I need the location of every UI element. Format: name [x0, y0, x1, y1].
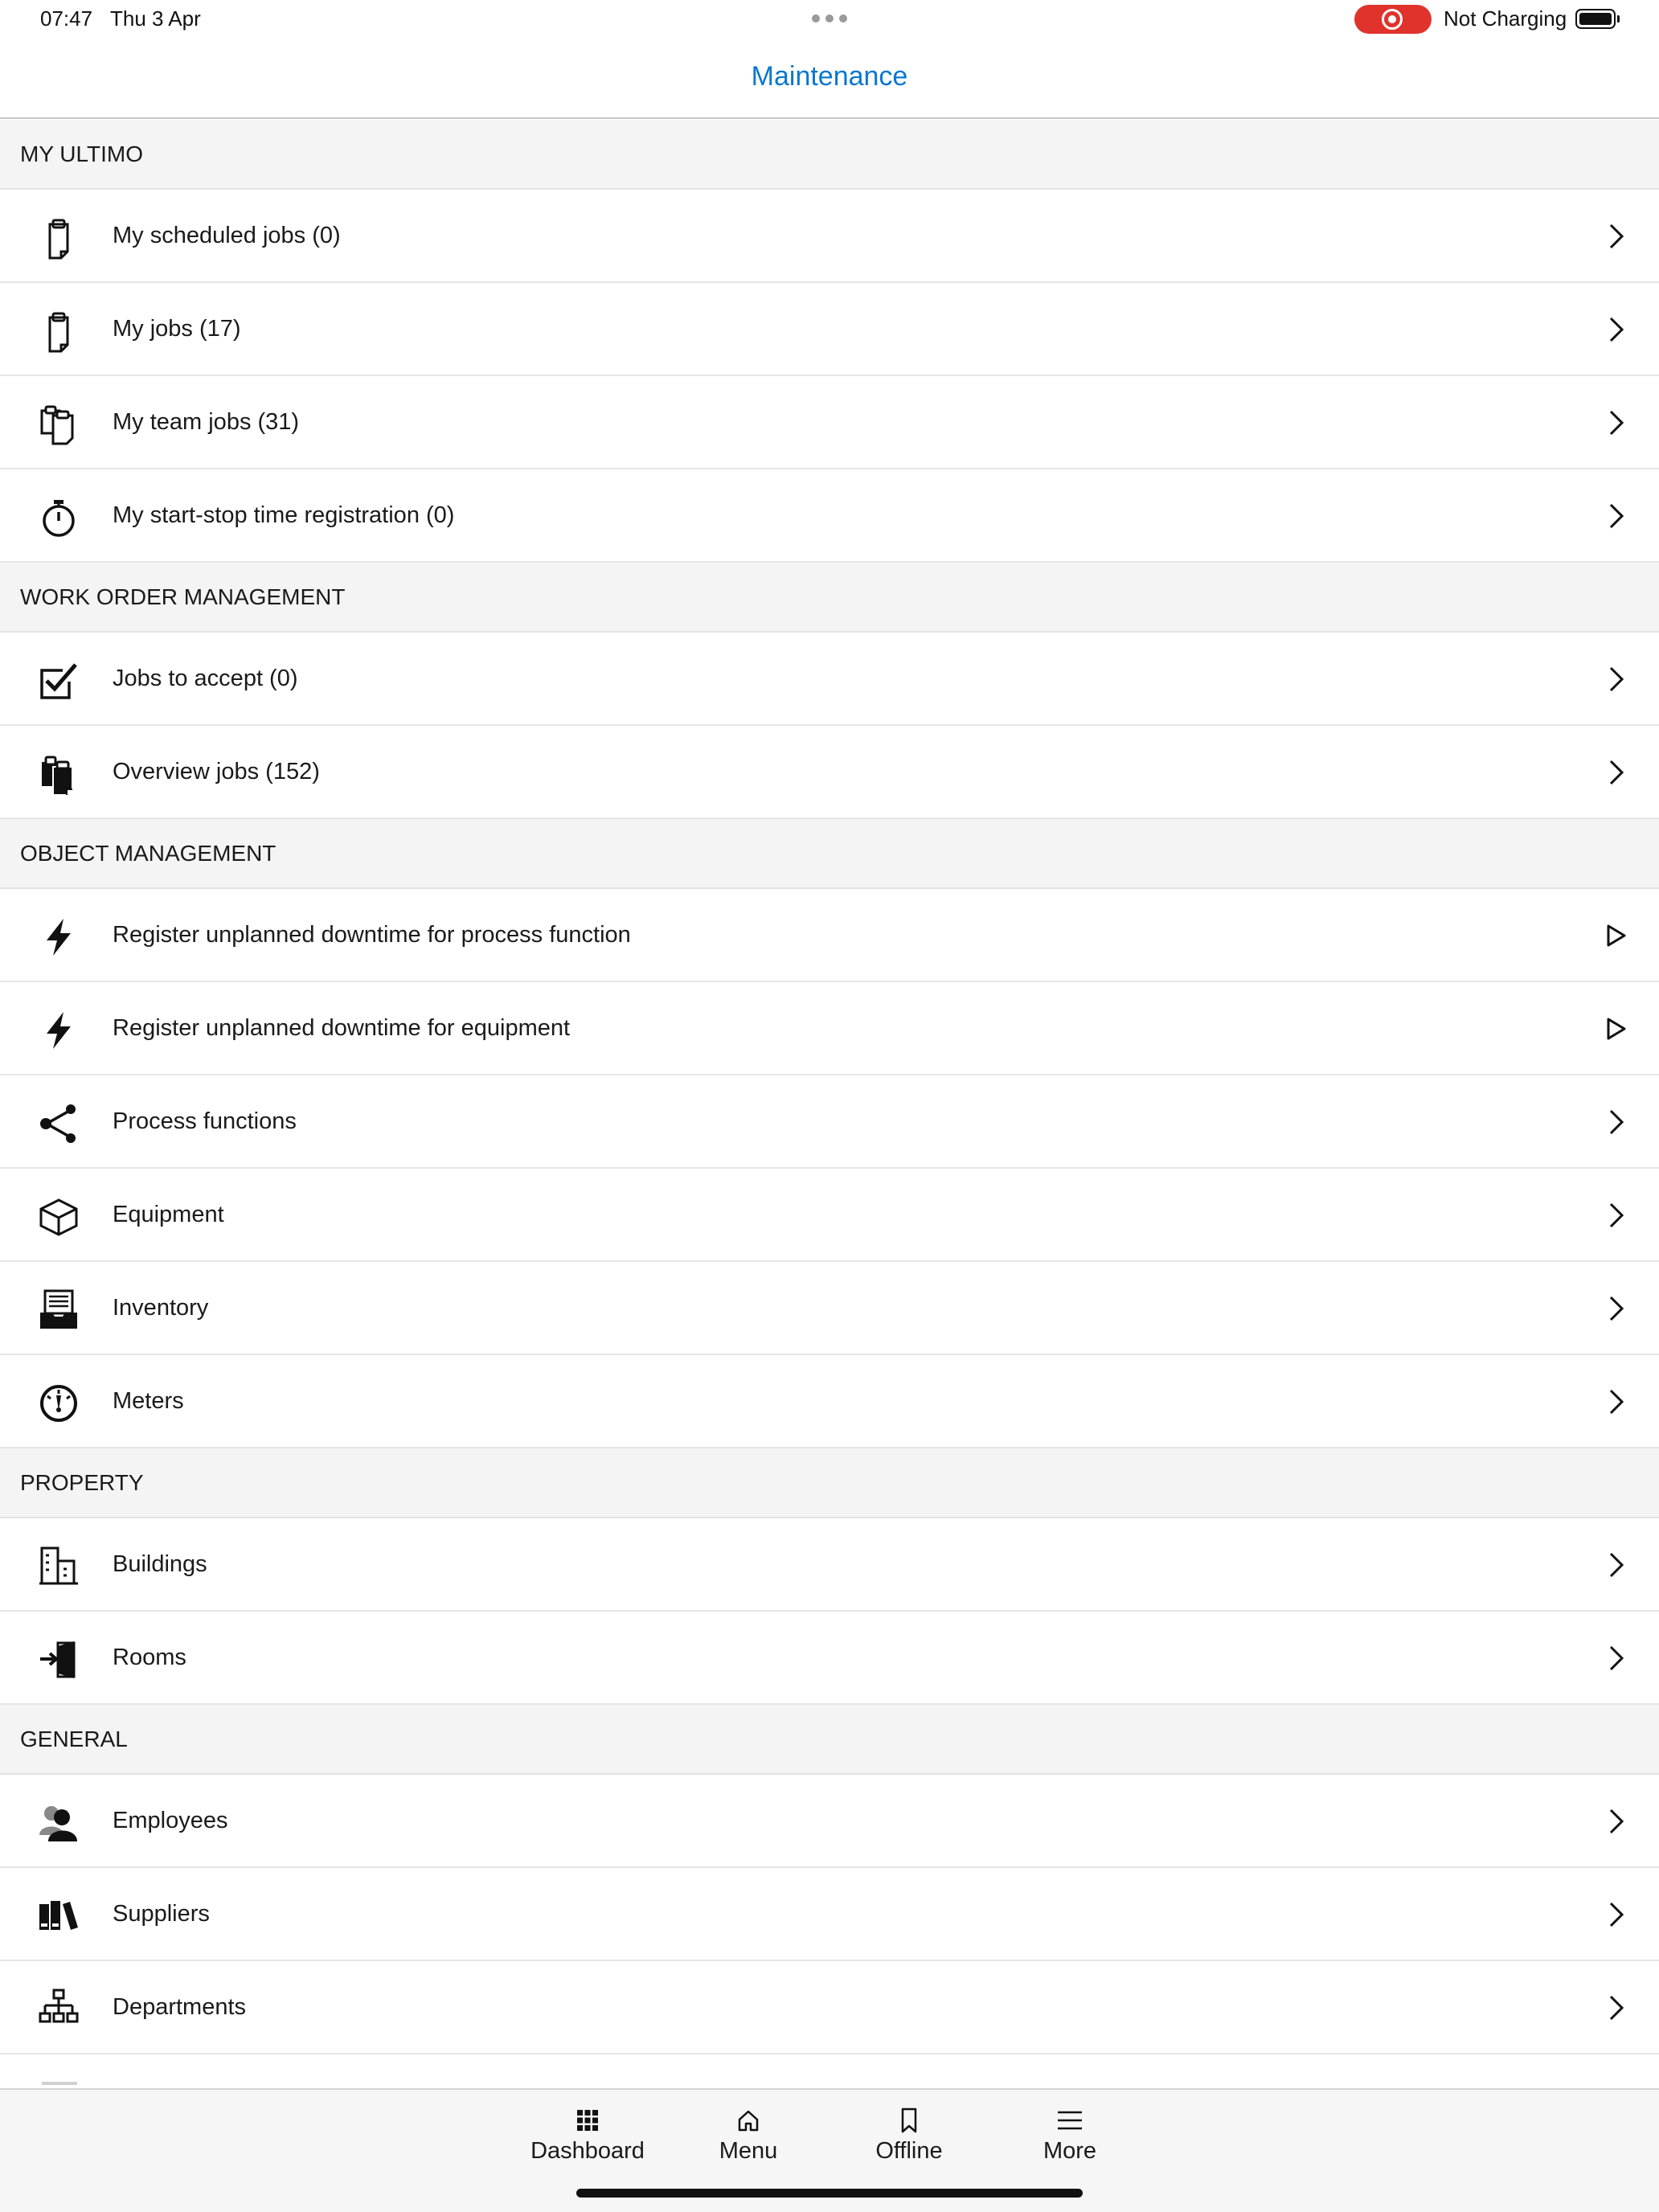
- status-bar: 07:47 Thu 3 Apr Not Charging: [0, 0, 1659, 39]
- list-item-rooms[interactable]: Rooms: [0, 1612, 1659, 1705]
- list-item-employees[interactable]: Employees: [0, 1775, 1659, 1868]
- people-icon: [37, 1801, 80, 1845]
- screen-recording-icon[interactable]: [1354, 5, 1432, 34]
- tab-label: More: [1043, 2138, 1097, 2164]
- chevron-right-icon: [1604, 502, 1627, 530]
- stopwatch-icon: [37, 496, 80, 539]
- list-item-my-jobs[interactable]: My jobs (17): [0, 283, 1659, 376]
- chevron-right-icon: [1604, 1108, 1627, 1137]
- list-item-departments[interactable]: Departments: [0, 1961, 1659, 2054]
- play-icon: [1604, 1014, 1627, 1043]
- tab-menu[interactable]: Menu: [676, 2106, 821, 2165]
- clipboards-icon: [37, 403, 80, 446]
- chevron-right-icon: [1604, 665, 1627, 694]
- chevron-right-icon: [1604, 1294, 1627, 1323]
- section-header-property: PROPERTY: [0, 1448, 1659, 1518]
- multitasking-dots-icon[interactable]: [812, 14, 847, 23]
- list-item-label: Rooms: [113, 1644, 186, 1670]
- clipboard-icon: [37, 309, 80, 353]
- list-item-process-functions[interactable]: Process functions: [0, 1075, 1659, 1169]
- list-item-register-unplanned-downtime-for-process-function[interactable]: Register unplanned downtime for process …: [0, 889, 1659, 982]
- home-icon: [734, 2106, 763, 2135]
- list-item-partial[interactable]: [0, 2054, 1659, 2087]
- list-item-label: My jobs (17): [113, 315, 241, 342]
- list-item-label: My scheduled jobs (0): [113, 222, 341, 248]
- list-item-my-start-stop-time-registration[interactable]: My start-stop time registration (0): [0, 469, 1659, 563]
- section-header-my-ultimo: MY ULTIMO: [0, 120, 1659, 190]
- tab-label: Dashboard: [530, 2138, 645, 2164]
- list-item-label: Equipment: [113, 1201, 224, 1227]
- binders-icon: [37, 1895, 80, 1938]
- list-item-label: Register unplanned downtime for equipmen…: [113, 1014, 571, 1041]
- clipboard-icon: [37, 216, 80, 260]
- org-chart-icon: [37, 1988, 80, 2031]
- tab-label: Offline: [875, 2138, 943, 2164]
- list-item-label: My team jobs (31): [113, 408, 300, 435]
- section-header-work-order-management: WORK ORDER MANAGEMENT: [0, 563, 1659, 633]
- battery-icon: [1575, 9, 1620, 29]
- status-time: 07:47: [40, 6, 93, 31]
- menu-list: MY ULTIMO My scheduled jobs (0) My jobs (1…: [0, 120, 1659, 2087]
- section-header-object-management: OBJECT MANAGEMENT: [0, 819, 1659, 889]
- list-item-label: Employees: [113, 1807, 228, 1833]
- status-date: Thu 3 Apr: [110, 6, 201, 31]
- chevron-right-icon: [1604, 1993, 1627, 2022]
- chevron-right-icon: [1604, 1201, 1627, 1230]
- lightning-icon: [37, 916, 80, 959]
- buildings-icon: [37, 1545, 80, 1588]
- home-indicator[interactable]: [576, 2189, 1083, 2198]
- list-item-label: Inventory: [113, 1294, 209, 1321]
- tab-dashboard[interactable]: Dashboard: [515, 2106, 660, 2165]
- list-item-label: My start-stop time registration (0): [113, 502, 455, 528]
- chevron-right-icon: [1604, 1387, 1627, 1416]
- lightning-icon: [37, 1009, 80, 1052]
- play-icon: [1604, 921, 1627, 950]
- charging-status: Not Charging: [1444, 6, 1567, 31]
- list-item-buildings[interactable]: Buildings: [0, 1518, 1659, 1612]
- grid-icon: [573, 2106, 602, 2135]
- inbox-tray-icon: [37, 1288, 80, 1332]
- chevron-right-icon: [1604, 315, 1627, 344]
- list-item-suppliers[interactable]: Suppliers: [0, 1868, 1659, 1961]
- chevron-right-icon: [1604, 1550, 1627, 1579]
- clipboards-filled-icon: [37, 752, 80, 796]
- list-item-jobs-to-accept[interactable]: Jobs to accept (0): [0, 633, 1659, 726]
- chevron-right-icon: [1604, 1644, 1627, 1673]
- tab-more[interactable]: More: [997, 2106, 1142, 2165]
- list-item-overview-jobs[interactable]: Overview jobs (152): [0, 726, 1659, 819]
- list-item-inventory[interactable]: Inventory: [0, 1262, 1659, 1355]
- list-item-my-team-jobs[interactable]: My team jobs (31): [0, 376, 1659, 469]
- list-item-label: Suppliers: [113, 1900, 210, 1927]
- section-header-general: GENERAL: [0, 1705, 1659, 1775]
- list-item-equipment[interactable]: Equipment: [0, 1169, 1659, 1262]
- list-item-label: Departments: [113, 1993, 247, 2020]
- list-item-my-scheduled-jobs[interactable]: My scheduled jobs (0): [0, 190, 1659, 283]
- bookmark-icon: [895, 2106, 924, 2135]
- nav-header: Maintenance: [0, 39, 1659, 119]
- share-icon: [37, 1102, 80, 1145]
- cube-icon: [37, 1195, 80, 1239]
- list-item-label: Process functions: [113, 1108, 297, 1134]
- list-item-meters[interactable]: Meters: [0, 1355, 1659, 1448]
- list-item-label: Jobs to accept (0): [113, 665, 298, 691]
- page-title: Maintenance: [751, 61, 908, 92]
- tab-label: Menu: [719, 2138, 778, 2164]
- gauge-icon: [37, 1382, 80, 1425]
- hamburger-icon: [1055, 2106, 1084, 2135]
- list-item-label: Meters: [113, 1387, 184, 1414]
- list-item-register-unplanned-downtime-for-equipment[interactable]: Register unplanned downtime for equipmen…: [0, 982, 1659, 1075]
- chevron-right-icon: [1604, 408, 1627, 437]
- chevron-right-icon: [1604, 1900, 1627, 1929]
- chevron-right-icon: [1604, 222, 1627, 251]
- door-enter-icon: [37, 1638, 80, 1682]
- tab-offline[interactable]: Offline: [837, 2106, 981, 2165]
- chevron-right-icon: [1604, 758, 1627, 787]
- chevron-right-icon: [1604, 1807, 1627, 1836]
- list-item-label: Register unplanned downtime for process …: [113, 921, 631, 948]
- partial-icon: [42, 2082, 77, 2085]
- checkbox-icon: [37, 659, 80, 703]
- list-item-label: Overview jobs (152): [113, 758, 320, 784]
- list-item-label: Buildings: [113, 1550, 207, 1577]
